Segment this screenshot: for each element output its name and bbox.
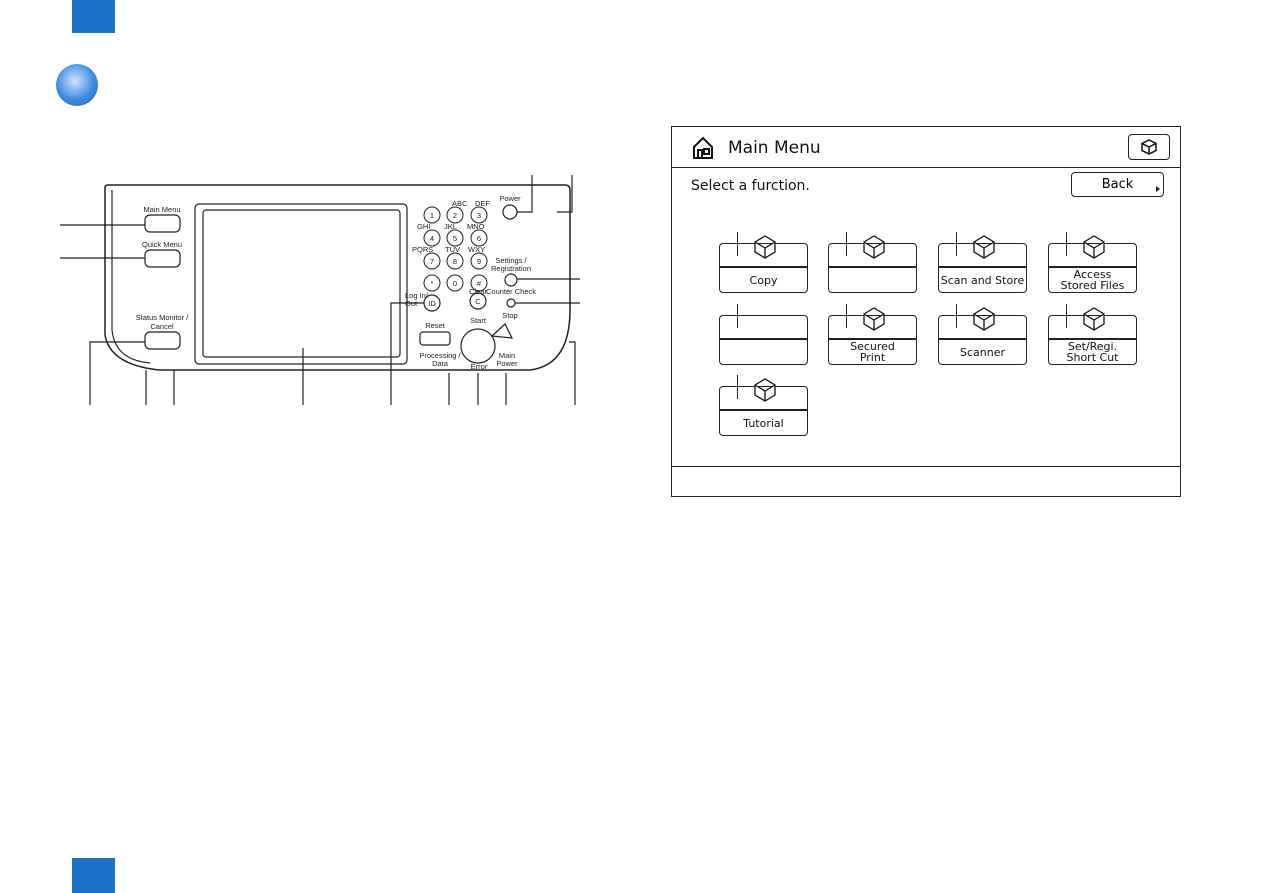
svg-text:Counter Check: Counter Check — [486, 287, 536, 296]
svg-text:Stop: Stop — [502, 311, 517, 320]
instruction-text: Select a furction. — [691, 178, 810, 194]
svg-text:Data: Data — [432, 359, 449, 368]
copy-icon — [754, 235, 776, 259]
function-tile[interactable]: Scanner — [938, 304, 1027, 365]
svg-text:Power: Power — [499, 194, 521, 203]
secured-print-icon — [863, 307, 885, 331]
svg-text:Cancel: Cancel — [150, 322, 174, 331]
tile-label: Set/Regi. Short Cut — [1066, 340, 1119, 364]
tile-label — [720, 340, 807, 364]
shortcut-icon — [1083, 307, 1105, 331]
svg-text:ABC: ABC — [452, 199, 468, 208]
tile-label: Access Stored Files — [1060, 268, 1125, 292]
function-tile[interactable]: Scan and Store — [938, 232, 1027, 293]
control-panel-diagram: Main Menu Quick Menu Status Monitor / Ca… — [60, 175, 580, 405]
main-menu-screen: Main Menu Select a furction. Back Copy Sc… — [671, 126, 1181, 497]
section-bullet-icon — [56, 64, 98, 106]
svg-text:WXY: WXY — [468, 245, 485, 254]
stored-files-icon — [1083, 235, 1105, 259]
reset-button — [419, 331, 451, 346]
svg-text:Registration: Registration — [491, 264, 531, 273]
tile-label: Copy — [749, 273, 778, 287]
svg-text:C: C — [475, 297, 481, 306]
svg-text:5: 5 — [453, 234, 457, 243]
svg-text:Main Menu: Main Menu — [143, 205, 180, 214]
scanner-icon — [973, 307, 995, 331]
svg-text:4: 4 — [430, 234, 434, 243]
status-monitor-button — [144, 331, 181, 350]
tile-label: Scanner — [959, 345, 1005, 359]
quick-menu-button — [144, 249, 181, 268]
cube-button[interactable] — [1128, 134, 1170, 160]
footer-tab-block — [72, 858, 115, 893]
function-tile[interactable]: Secured Print — [828, 304, 917, 365]
scan-store-icon — [973, 235, 995, 259]
cube-icon — [1141, 139, 1157, 155]
tile-label: Scan and Store — [940, 273, 1025, 287]
tile-label: Tutorial — [743, 416, 784, 430]
svg-text:Clear: Clear — [469, 287, 487, 296]
function-tile[interactable]: Set/Regi. Short Cut — [1048, 304, 1137, 365]
svg-text:0: 0 — [453, 279, 457, 288]
page-title: Main Menu — [728, 138, 821, 158]
function-tile[interactable]: Tutorial — [719, 375, 808, 436]
svg-text:*: * — [431, 279, 434, 288]
svg-text:8: 8 — [453, 257, 457, 266]
svg-text:GHI: GHI — [417, 222, 430, 231]
svg-text:1: 1 — [430, 211, 434, 220]
signpost-icon — [754, 378, 776, 402]
svg-text:Reset: Reset — [425, 321, 446, 330]
svg-text:7: 7 — [430, 257, 434, 266]
svg-text:MNO: MNO — [467, 222, 485, 231]
svg-text:2: 2 — [453, 211, 457, 220]
menu-header: Main Menu — [672, 127, 1180, 168]
function-tile[interactable]: Access Stored Files — [1048, 232, 1137, 293]
svg-text:6: 6 — [477, 234, 481, 243]
svg-text:Error: Error — [471, 362, 488, 371]
tile-label: Secured Print — [850, 340, 895, 364]
svg-text:3: 3 — [477, 211, 481, 220]
id-glyph: ID — [428, 299, 436, 308]
header-tab-block — [72, 0, 115, 33]
function-tile[interactable] — [828, 232, 917, 293]
svg-text:PQRS: PQRS — [412, 245, 433, 254]
settings-button — [504, 273, 518, 287]
svg-text:Start: Start — [470, 316, 487, 325]
function-tile[interactable]: Copy — [719, 232, 808, 293]
svg-text:Quick Menu: Quick Menu — [142, 240, 182, 249]
svg-text:DEF: DEF — [475, 199, 490, 208]
svg-text:Power: Power — [496, 359, 518, 368]
svg-text:JKL: JKL — [444, 222, 457, 231]
power-button — [502, 204, 518, 220]
home-icon — [693, 136, 713, 159]
svg-text:Out: Out — [405, 299, 418, 308]
svg-text:9: 9 — [477, 257, 481, 266]
function-tile[interactable] — [719, 304, 808, 365]
back-button[interactable]: Back — [1071, 172, 1164, 197]
menu-footer-divider — [672, 466, 1180, 467]
main-menu-button — [144, 214, 181, 233]
svg-text:TUV: TUV — [445, 245, 460, 254]
tile-label — [829, 268, 916, 292]
start-button — [460, 328, 496, 364]
svg-text:Status Monitor /: Status Monitor / — [136, 313, 189, 322]
send-icon — [863, 235, 885, 259]
